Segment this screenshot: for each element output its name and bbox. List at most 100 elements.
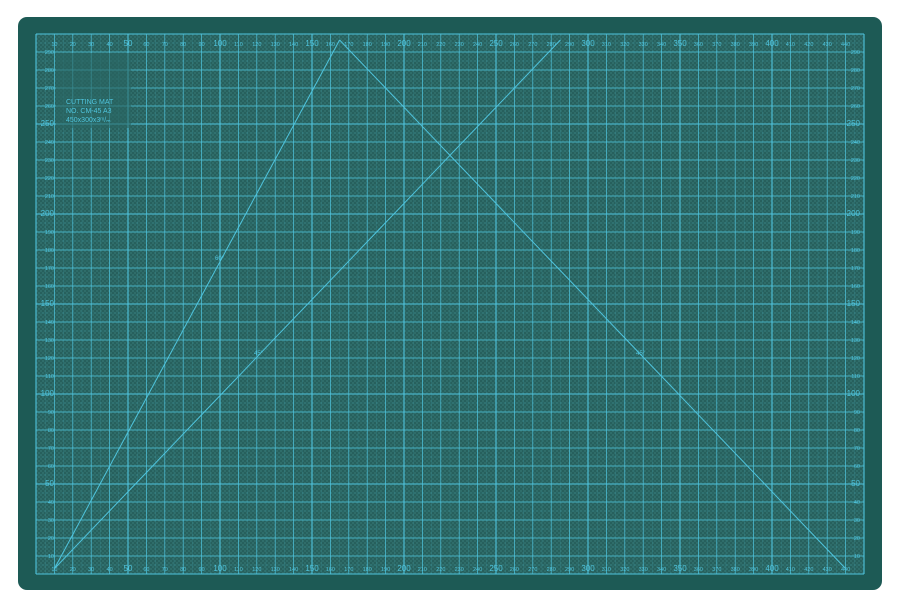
ruler-left-label: 20 (48, 536, 54, 542)
size-label: 450x300x3ᵐ/ₘ (66, 117, 111, 124)
ruler-bottom-label: 70 (162, 567, 168, 573)
ruler-bottom-label: 430 (823, 567, 832, 573)
ruler-top-label: 10 (51, 42, 57, 48)
ruler-right-label: 90 (854, 410, 860, 416)
ruler-top-label: 30 (88, 42, 94, 48)
grid-lines (35, 33, 865, 575)
ruler-bottom-label: 190 (381, 567, 390, 573)
ruler-left-label: 290 (45, 50, 54, 56)
ruler-top-label: 60 (143, 42, 149, 48)
ruler-top-label: 240 (473, 42, 482, 48)
ruler-left-label: 30 (48, 518, 54, 524)
ruler-left-label: 260 (45, 104, 54, 110)
ruler-left-label: 50 (45, 479, 54, 488)
ruler-right-label: 190 (851, 230, 860, 236)
ruler-right-label: 170 (851, 266, 860, 272)
ruler-bottom-label: 140 (289, 567, 298, 573)
ruler-left-label: 120 (45, 356, 54, 362)
angle-label-45-left: 45° (254, 351, 264, 357)
ruler-bottom-label: 200 (397, 564, 411, 573)
ruler-top-label: 20 (70, 42, 76, 48)
ruler-bottom-label: 90 (199, 567, 205, 573)
ruler-right-label: 50 (851, 479, 860, 488)
ruler-bottom-label: 270 (528, 567, 537, 573)
ruler-bottom-label: 150 (305, 564, 319, 573)
ruler-bottom-label: 280 (547, 567, 556, 573)
ruler-right-label: 290 (851, 50, 860, 56)
ruler-top-label: 140 (289, 42, 298, 48)
ruler-bottom-label: 340 (657, 567, 666, 573)
ruler-top-label: 70 (162, 42, 168, 48)
ruler-right-label: 120 (851, 356, 860, 362)
ruler-right-label: 110 (851, 374, 860, 380)
ruler-bottom-label: 410 (786, 567, 795, 573)
ruler-top-label: 400 (765, 39, 779, 48)
ruler-right-label: 250 (847, 119, 861, 128)
cutting-mat: 10 20 30 40 50 60 70 80 90 100 110 120 130 140 150 160 1… (18, 17, 882, 590)
ruler-right-label: 240 (851, 140, 860, 146)
ruler-bottom-label: 30 (88, 567, 94, 573)
ruler-top-label: 300 (581, 39, 595, 48)
ruler-right-label: 40 (854, 500, 860, 506)
ruler-left-label: 270 (45, 86, 54, 92)
ruler-bottom-label: 390 (749, 567, 758, 573)
ruler-left-label: 160 (45, 284, 54, 290)
ruler-top-label: 370 (712, 42, 721, 48)
ruler-top-label: 310 (602, 42, 611, 48)
ruler-top-label: 330 (639, 42, 648, 48)
ruler-top-label: 430 (823, 42, 832, 48)
ruler-top-label: 230 (455, 42, 464, 48)
ruler-left-label: 190 (45, 230, 54, 236)
ruler-bottom-label: 380 (731, 567, 740, 573)
ruler-left-label: 140 (45, 320, 54, 326)
ruler-right-label: 30 (854, 518, 860, 524)
ruler-top-label: 290 (565, 42, 574, 48)
ruler-left-label: 40 (48, 500, 54, 506)
ruler-bottom-label: 170 (344, 567, 353, 573)
ruler-bottom-label: 110 (234, 567, 243, 573)
ruler-top-label: 120 (252, 42, 261, 48)
ruler-top-label: 390 (749, 42, 758, 48)
ruler-right-label: 20 (854, 536, 860, 542)
ruler-right-label: 200 (847, 209, 861, 218)
ruler-left-label: 150 (41, 299, 55, 308)
ruler-bottom-label: 260 (510, 567, 519, 573)
ruler-top-label: 320 (620, 42, 629, 48)
ruler-bottom-label: 180 (363, 567, 372, 573)
ruler-right-label: 150 (847, 299, 861, 308)
ruler-top-label: 340 (657, 42, 666, 48)
ruler-left-label: 170 (45, 266, 54, 272)
ruler-top-label: 440 (841, 42, 850, 48)
ruler-top-label: 220 (436, 42, 445, 48)
ruler-left-label: 220 (45, 176, 54, 182)
ruler-right-label: 280 (851, 68, 860, 74)
ruler-top-label: 420 (804, 42, 813, 48)
ruler-bottom-label: 400 (765, 564, 779, 573)
ruler-bottom-label: 350 (673, 564, 687, 573)
ruler-bottom-label: 80 (180, 567, 186, 573)
ruler-top-label: 190 (381, 42, 390, 48)
ruler-left-label: 60 (48, 464, 54, 470)
ruler-left-label: 280 (45, 68, 54, 74)
ruler-bottom-label: 320 (620, 567, 629, 573)
ruler-right-label: 210 (851, 194, 860, 200)
ruler-bottom-label: 120 (252, 567, 261, 573)
ruler-top-label: 210 (418, 42, 427, 48)
ruler-top-label: 360 (694, 42, 703, 48)
ruler-bottom-label: 20 (70, 567, 76, 573)
ruler-bottom-label: 310 (602, 567, 611, 573)
ruler-left-label: 230 (45, 158, 54, 164)
ruler-right-label: 220 (851, 176, 860, 182)
ruler-left-label: 10 (48, 554, 54, 560)
ruler-bottom-label: 420 (804, 567, 813, 573)
ruler-left-label: 130 (45, 338, 54, 344)
ruler-top-label: 280 (547, 42, 556, 48)
ruler-left-label: 80 (48, 428, 54, 434)
ruler-left-label: 90 (48, 410, 54, 416)
ruler-top-label: 380 (731, 42, 740, 48)
ruler-right-label: 70 (854, 446, 860, 452)
ruler-right-label: 180 (851, 248, 860, 254)
ruler-left-label: 180 (45, 248, 54, 254)
ruler-bottom-label: 440 (841, 567, 850, 573)
ruler-bottom-label: 370 (712, 567, 721, 573)
